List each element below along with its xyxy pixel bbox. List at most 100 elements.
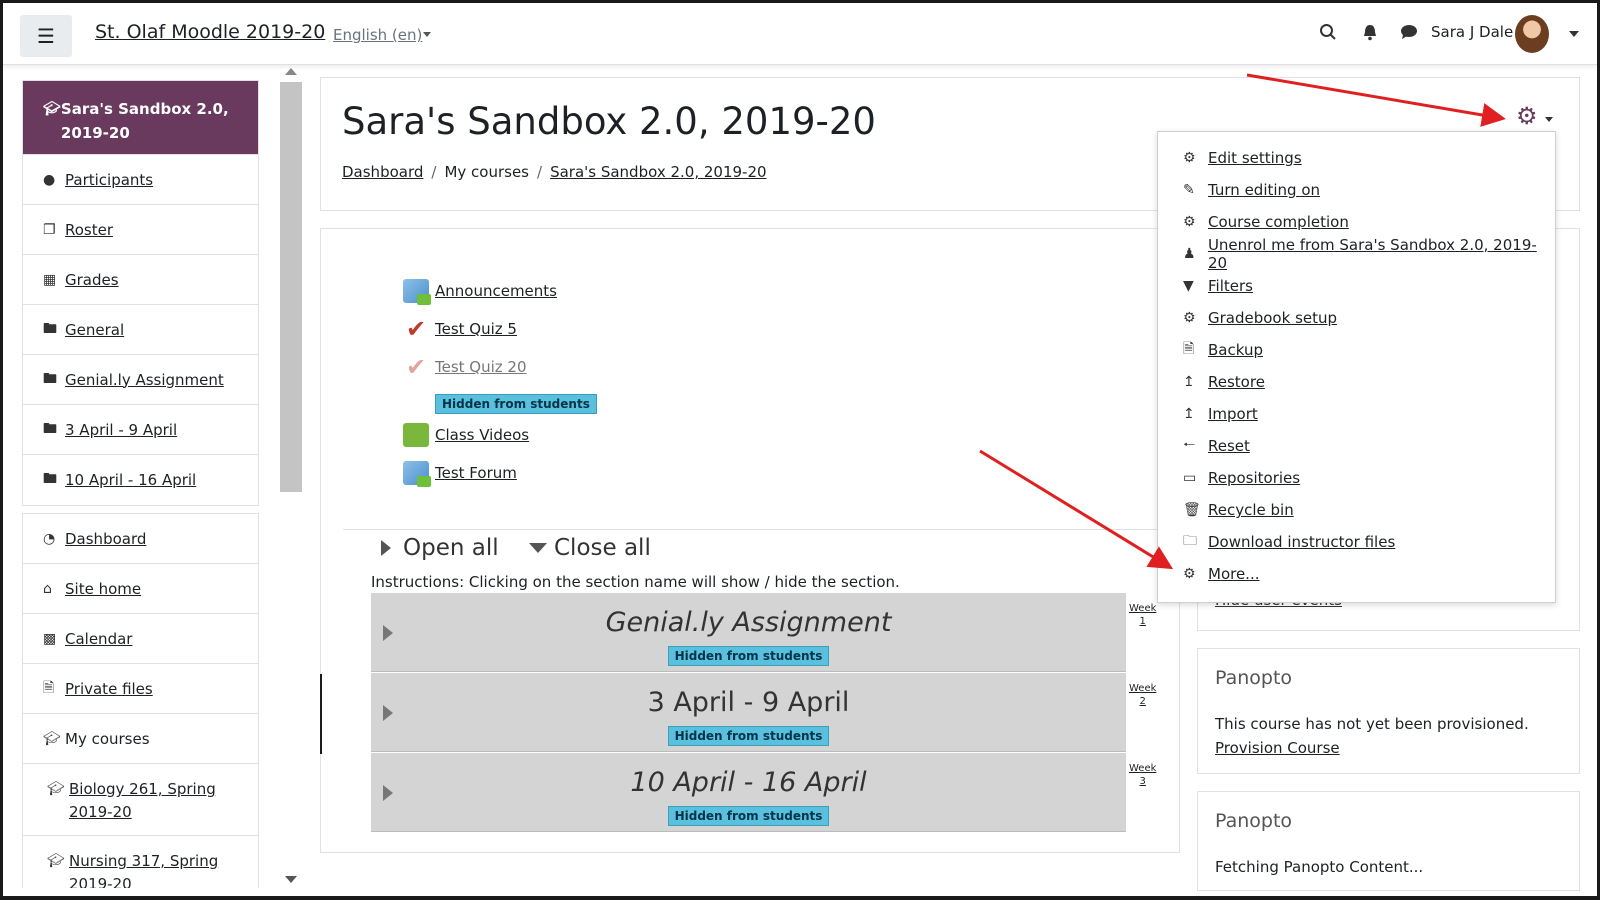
sidebar-item-site-home[interactable]: ⌂ Site home xyxy=(23,564,258,614)
site-title-link[interactable]: St. Olaf Moodle 2019-20 xyxy=(95,21,325,43)
panopto-block-1: Panopto This course has not yet been pro… xyxy=(1197,648,1580,774)
section-title[interactable]: Genial.ly Assignment xyxy=(371,607,1126,638)
menu-item-turn-editing-on[interactable]: ✎ Turn editing on xyxy=(1183,178,1320,202)
file-icon: 🗎︎ xyxy=(43,679,55,696)
panopto-block-2: Panopto Fetching Panopto Content... xyxy=(1197,791,1580,891)
menu-item-recycle-bin[interactable]: 🗑︎ Recycle bin xyxy=(1183,498,1294,522)
sidebar-item-label: Participants xyxy=(65,170,154,189)
menu-item-import[interactable]: ↥ Import xyxy=(1183,402,1258,426)
sidebar-item-grades[interactable]: ▦ Grades xyxy=(23,255,258,305)
menu-item-more[interactable]: ⚙ More... xyxy=(1183,562,1260,586)
caret-right-icon xyxy=(381,540,391,556)
hard-drive-icon: ▭ xyxy=(1183,470,1197,486)
trash-icon: 🗑︎ xyxy=(1183,502,1201,518)
breadcrumb-course[interactable]: Sara's Sandbox 2.0, 2019-20 xyxy=(550,163,766,181)
menu-item-filters[interactable]: ▼ Filters xyxy=(1183,274,1253,298)
menu-item-course-completion[interactable]: ⚙ Course completion xyxy=(1183,210,1349,234)
sidebar-scrollbar[interactable] xyxy=(280,68,302,888)
forum-icon xyxy=(403,279,431,305)
calendar-icon: ▩ xyxy=(43,630,57,647)
language-menu[interactable]: English (en) xyxy=(333,26,422,44)
sidebar-item-label: Private files xyxy=(65,679,153,698)
hamburger-menu-icon[interactable]: ☰ xyxy=(20,15,72,57)
sidebar-item-nursing-317[interactable]: 🎓︎ Nursing 317, Spring 2019-20 xyxy=(23,836,258,888)
instructions-text: Instructions: Clicking on the section na… xyxy=(371,573,900,591)
caret-down-icon[interactable] xyxy=(1545,117,1553,122)
sidebar-item-week-april3[interactable]: 🖿︎ 3 April - 9 April xyxy=(23,405,258,455)
close-all-button[interactable]: Close all xyxy=(529,535,651,561)
activity-announcements[interactable]: Announcements xyxy=(403,279,557,305)
menu-item-restore[interactable]: ↥ Restore xyxy=(1183,370,1265,394)
puzzle-piece-icon xyxy=(403,423,429,447)
search-icon[interactable] xyxy=(1319,23,1337,46)
menu-item-unenrol[interactable]: ♟ Unenrol me from Sara's Sandbox 2.0, 201… xyxy=(1183,236,1555,272)
activity-class-videos[interactable]: Class Videos xyxy=(403,423,529,447)
caret-down-icon[interactable] xyxy=(423,32,431,37)
sidebar-item-dashboard[interactable]: ◔ Dashboard xyxy=(23,514,258,564)
week-1-link[interactable]: Week 1 xyxy=(1129,602,1156,628)
upload-arrow-icon: ↥ xyxy=(1183,374,1195,390)
provision-course-link[interactable]: Provision Course xyxy=(1215,739,1340,757)
sidebar-item-course[interactable]: 🎓︎ Sara's Sandbox 2.0, 2019-20 xyxy=(23,81,258,155)
graduation-cap-icon: 🎓︎ xyxy=(43,730,61,747)
scroll-down-arrow-icon[interactable] xyxy=(285,876,297,883)
sidebar-item-general[interactable]: 🖿︎ General xyxy=(23,305,258,355)
menu-item-gradebook-setup[interactable]: ⚙ Gradebook setup xyxy=(1183,306,1337,330)
activity-test-forum[interactable]: Test Forum xyxy=(403,461,517,487)
user-icon: ♟ xyxy=(1183,246,1196,262)
activity-link[interactable]: Class Videos xyxy=(435,426,529,444)
breadcrumb-dashboard[interactable]: Dashboard xyxy=(342,163,423,181)
menu-item-backup[interactable]: 🗎︎ Backup xyxy=(1183,338,1263,362)
scroll-thumb[interactable] xyxy=(280,82,302,492)
section-april-10[interactable]: 10 April - 16 April Hidden from students xyxy=(371,753,1126,832)
activity-link[interactable]: Announcements xyxy=(435,282,557,300)
site-nav-group: ◔ Dashboard ⌂ Site home ▩ Calendar 🗎︎ Pr… xyxy=(22,513,259,888)
scroll-up-arrow-icon[interactable] xyxy=(285,68,297,75)
week-3-link[interactable]: Week 3 xyxy=(1129,762,1156,788)
copy-icon: ❐ xyxy=(43,221,56,238)
sidebar-item-label: Sara's Sandbox 2.0, 2019-20 xyxy=(60,100,229,142)
activity-link[interactable]: Test Forum xyxy=(435,464,517,482)
dashboard-icon: ◔ xyxy=(43,530,56,547)
sidebar-item-biology-261[interactable]: 🎓︎ Biology 261, Spring 2019-20 xyxy=(23,764,258,836)
open-all-button[interactable]: Open all xyxy=(381,535,499,561)
section-title[interactable]: 3 April - 9 April xyxy=(371,687,1126,718)
user-avatar[interactable] xyxy=(1515,15,1549,53)
chat-bubble-icon[interactable] xyxy=(1399,23,1419,46)
menu-item-download-instructor-files[interactable]: 🗀︎ Download instructor files xyxy=(1183,530,1395,554)
page-title: Sara's Sandbox 2.0, 2019-20 xyxy=(342,100,876,143)
section-genially[interactable]: Genial.ly Assignment Hidden from student… xyxy=(371,593,1126,672)
activity-test-quiz-5[interactable]: ✔ Test Quiz 5 xyxy=(403,317,517,341)
sidebar-item-my-courses[interactable]: 🎓︎ My courses xyxy=(23,714,258,764)
user-menu-caret-icon[interactable] xyxy=(1569,31,1579,37)
upload-arrow-icon: ↥ xyxy=(1183,406,1195,422)
menu-item-edit-settings[interactable]: ⚙ Edit settings xyxy=(1183,146,1302,170)
gear-icon: ⚙ xyxy=(1183,150,1196,166)
activity-test-quiz-20[interactable]: ✔ Test Quiz 20 xyxy=(403,355,527,379)
sidebar-item-roster[interactable]: ❐ Roster xyxy=(23,205,258,255)
pencil-icon: ✎ xyxy=(1183,182,1195,198)
sidebar-item-private-files[interactable]: 🗎︎ Private files xyxy=(23,664,258,714)
breadcrumb-my-courses: My courses xyxy=(444,163,529,181)
sidebar-item-label: General xyxy=(65,320,125,339)
bell-icon[interactable] xyxy=(1361,23,1379,46)
sidebar-item-participants[interactable]: ● Participants xyxy=(23,155,258,205)
week-2-link[interactable]: Week 2 xyxy=(1129,682,1156,708)
user-name[interactable]: Sara J Dale xyxy=(1431,23,1513,41)
sidebar-item-week-april10[interactable]: 🖿︎ 10 April - 16 April xyxy=(23,455,258,505)
menu-item-reset[interactable]: 🠐 Reset xyxy=(1183,434,1250,458)
section-title[interactable]: 10 April - 16 April xyxy=(371,767,1126,798)
status-badge: Hidden from students xyxy=(435,394,597,414)
folder-icon: 🖿︎ xyxy=(43,370,57,387)
sidebar-item-calendar[interactable]: ▩ Calendar xyxy=(23,614,258,664)
activity-link[interactable]: Test Quiz 5 xyxy=(435,320,517,338)
course-settings-menu: ⚙ Edit settings ✎ Turn editing on ⚙ Course … xyxy=(1157,131,1556,603)
activity-link[interactable]: Test Quiz 20 xyxy=(435,358,527,376)
menu-item-repositories[interactable]: ▭ Repositories xyxy=(1183,466,1300,490)
section-april-3[interactable]: 3 April - 9 April Hidden from students xyxy=(371,673,1126,752)
sidebar-item-genially[interactable]: 🖿︎ Genial.ly Assignment xyxy=(23,355,258,405)
users-icon: ● xyxy=(43,171,56,188)
course-settings-gear-icon[interactable]: ⚙ xyxy=(1516,102,1538,130)
sidebar-item-label: 10 April - 16 April xyxy=(65,471,197,489)
folder-icon: 🖿︎ xyxy=(43,471,57,487)
